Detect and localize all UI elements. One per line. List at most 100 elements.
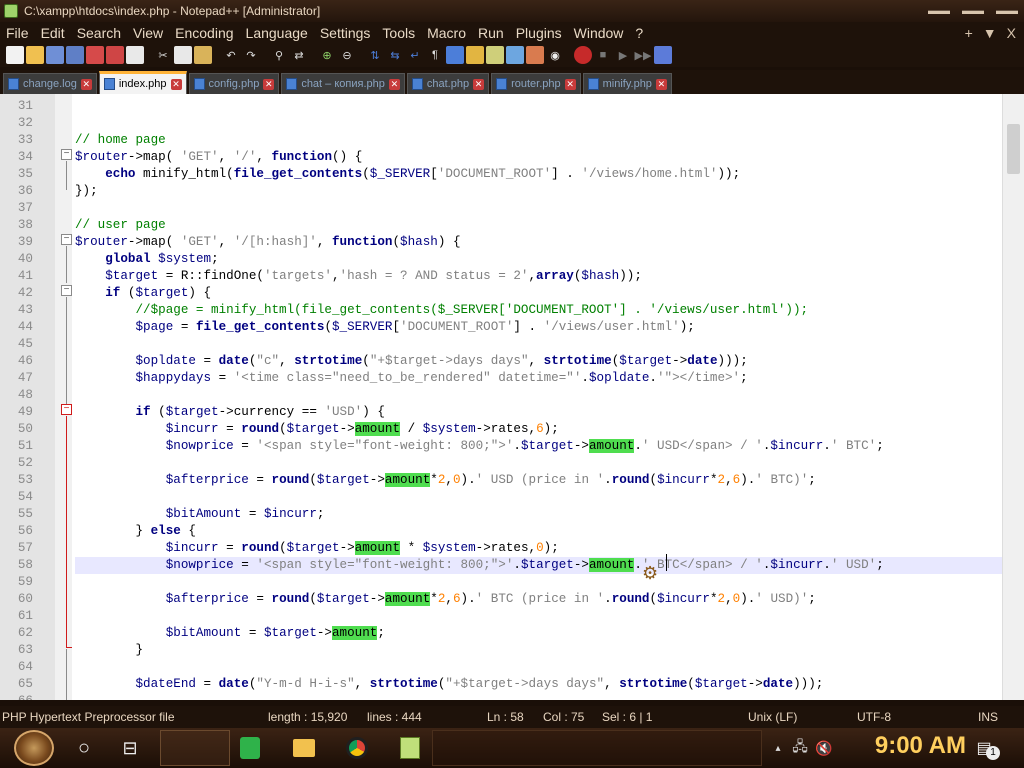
code-line[interactable]: 39 $router->map( 'GET', '/[h:hash]', func…: [0, 234, 1024, 251]
print-icon[interactable]: [126, 46, 144, 64]
tab-minify-php[interactable]: minify.php ✕: [582, 73, 672, 94]
open-file-icon[interactable]: [26, 46, 44, 64]
tab-list-icon[interactable]: ▼: [983, 25, 997, 41]
file-explorer-icon[interactable]: [290, 734, 318, 762]
new-tab-icon[interactable]: +: [965, 25, 973, 41]
code-line[interactable]: 36});: [0, 183, 1024, 200]
close-doc-icon[interactable]: X: [1007, 25, 1016, 41]
language-icon[interactable]: [466, 46, 484, 64]
copy-icon[interactable]: [174, 46, 192, 64]
code-line[interactable]: 65 $dateEnd = date("Y-m-d H-i-s", strtot…: [0, 676, 1024, 693]
code-line[interactable]: 54: [0, 489, 1024, 506]
menu-language[interactable]: Language: [240, 25, 314, 41]
close-tab-icon[interactable]: ✕: [80, 78, 92, 90]
code-line[interactable]: 46 $opldate = date("c", strtotime("+$tar…: [0, 353, 1024, 370]
task-view-icon[interactable]: ⊟: [116, 734, 144, 762]
close-file-icon[interactable]: [86, 46, 104, 64]
fold-marker-icon[interactable]: −: [61, 285, 72, 296]
code-line[interactable]: 38 // user page: [0, 217, 1024, 234]
code-line[interactable]: 53 $afterprice = round($target->amount*2…: [0, 472, 1024, 489]
code-line[interactable]: 61: [0, 608, 1024, 625]
taskbar-slot[interactable]: [160, 730, 230, 766]
menu-settings[interactable]: Settings: [314, 25, 377, 41]
show-all-chars-icon[interactable]: ¶: [426, 46, 444, 64]
code-line[interactable]: 40 global $system;: [0, 251, 1024, 268]
function-list-icon[interactable]: [506, 46, 524, 64]
menu-edit[interactable]: Edit: [35, 25, 71, 41]
code-line[interactable]: 58 $nowprice = '<span style="font-weight…: [0, 557, 1024, 574]
code-line[interactable]: 51 $nowprice = '<span style="font-weight…: [0, 438, 1024, 455]
status-eol[interactable]: Unix (LF): [748, 710, 797, 724]
menu-file[interactable]: File: [0, 25, 35, 41]
code-line[interactable]: 32: [0, 115, 1024, 132]
sync-vertical-icon[interactable]: ⇅: [366, 46, 384, 64]
save-icon[interactable]: [46, 46, 64, 64]
code-line[interactable]: 31: [0, 98, 1024, 115]
code-line[interactable]: 44 $page = file_get_contents($_SERVER['D…: [0, 319, 1024, 336]
code-line[interactable]: 42 if ($target) {: [0, 285, 1024, 302]
code-line[interactable]: 37: [0, 200, 1024, 217]
code-line[interactable]: 34 $router->map( 'GET', '/', function() {: [0, 149, 1024, 166]
close-tab-icon[interactable]: ✕: [655, 78, 667, 90]
word-wrap-icon[interactable]: ↵: [406, 46, 424, 64]
redo-icon[interactable]: ↷: [242, 46, 260, 64]
fold-marker-icon[interactable]: −: [61, 149, 72, 160]
undo-icon[interactable]: ↶: [222, 46, 240, 64]
close-button[interactable]: ▬▬: [990, 0, 1024, 22]
fold-marker-icon[interactable]: −: [61, 234, 72, 245]
close-tab-icon[interactable]: ✕: [388, 78, 400, 90]
menu-run[interactable]: Run: [472, 25, 510, 41]
paste-icon[interactable]: [194, 46, 212, 64]
status-insert-mode[interactable]: INS: [978, 710, 998, 724]
menu-search[interactable]: Search: [71, 25, 127, 41]
cortana-icon[interactable]: ○: [70, 734, 98, 762]
tab-index-php[interactable]: index.php ✕: [98, 71, 187, 94]
code-line[interactable]: 60 $afterprice = round($target->amount*2…: [0, 591, 1024, 608]
code-line[interactable]: 63 }: [0, 642, 1024, 659]
menu-help[interactable]: ?: [629, 25, 649, 41]
code-line[interactable]: 57 $incurr = round($target->amount * $sy…: [0, 540, 1024, 557]
code-line[interactable]: 49 if ($target->currency == 'USD') {: [0, 404, 1024, 421]
code-line[interactable]: 50 $incurr = round($target->amount / $sy…: [0, 421, 1024, 438]
replace-icon[interactable]: ⇄: [290, 46, 308, 64]
menu-macro[interactable]: Macro: [421, 25, 472, 41]
zoom-in-icon[interactable]: ⊕: [318, 46, 336, 64]
new-file-icon[interactable]: [6, 46, 24, 64]
zoom-out-icon[interactable]: ⊖: [338, 46, 356, 64]
notepadpp-taskbar-icon[interactable]: [396, 734, 424, 762]
code-line[interactable]: 45: [0, 336, 1024, 353]
close-tab-icon[interactable]: ✕: [170, 78, 182, 90]
close-tab-icon[interactable]: ✕: [263, 78, 275, 90]
clock[interactable]: 9:00 AM: [875, 732, 966, 760]
tab-change-log[interactable]: change.log ✕: [3, 73, 97, 94]
notes-app-icon[interactable]: [236, 734, 264, 762]
tab-config-php[interactable]: config.php ✕: [188, 73, 280, 94]
stop-macro-icon[interactable]: ■: [594, 46, 612, 64]
play-macro-icon[interactable]: ▶: [614, 46, 632, 64]
close-all-icon[interactable]: [106, 46, 124, 64]
chrome-icon[interactable]: [343, 734, 371, 762]
indent-guide-icon[interactable]: [446, 46, 464, 64]
tab-chat-php[interactable]: chat.php ✕: [406, 73, 490, 94]
code-line[interactable]: 33 // home page: [0, 132, 1024, 149]
cut-icon[interactable]: ✂: [154, 46, 172, 64]
folder-as-workspace-icon[interactable]: [526, 46, 544, 64]
code-editor[interactable]: 31 32 33 // home page 34 $router->map( 'GET',…: [0, 94, 1024, 700]
code-line[interactable]: 35 echo minify_html(file_get_contents($_…: [0, 166, 1024, 183]
code-line[interactable]: 56 } else {: [0, 523, 1024, 540]
volume-muted-icon[interactable]: 🔇: [810, 734, 838, 762]
minimize-button[interactable]: ▬▬: [922, 0, 956, 22]
code-line[interactable]: 64: [0, 659, 1024, 676]
code-line[interactable]: 47 $happydays = '<time class="need_to_be…: [0, 370, 1024, 387]
status-encoding[interactable]: UTF-8: [857, 710, 891, 724]
code-line[interactable]: 43 //$page = minify_html(file_get_conten…: [0, 302, 1024, 319]
sync-horizontal-icon[interactable]: ⇆: [386, 46, 404, 64]
record-macro-icon[interactable]: [574, 46, 592, 64]
save-macro-icon[interactable]: [654, 46, 672, 64]
restore-button[interactable]: ▬▬: [956, 0, 990, 22]
code-line[interactable]: 41 $target = R::findOne('targets','hash …: [0, 268, 1024, 285]
menu-window[interactable]: Window: [568, 25, 630, 41]
find-icon[interactable]: ⚲: [270, 46, 288, 64]
menu-encoding[interactable]: Encoding: [169, 25, 239, 41]
close-tab-icon[interactable]: ✕: [564, 78, 576, 90]
